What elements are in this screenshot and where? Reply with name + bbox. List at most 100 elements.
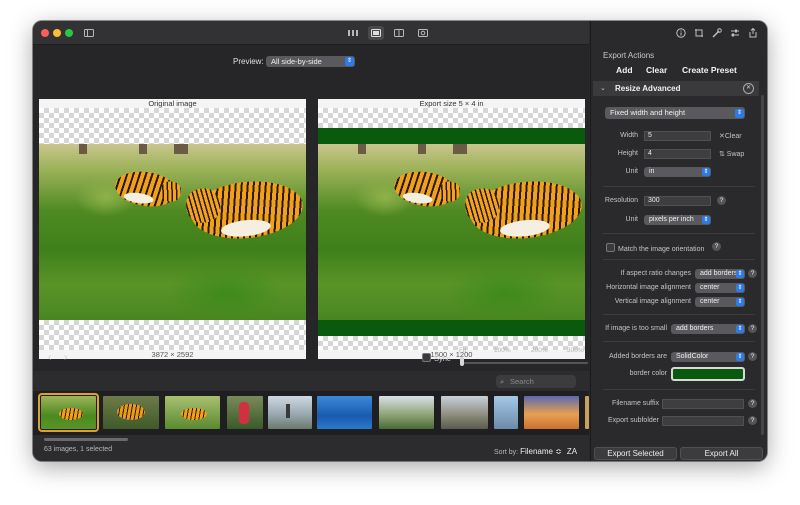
thumbnail-tower[interactable]	[494, 396, 518, 429]
sort-label: Sort by:	[494, 449, 519, 456]
sidebar-icon[interactable]	[81, 26, 97, 40]
adjust-icon[interactable]	[727, 26, 743, 40]
resolution-field[interactable]: 300	[644, 196, 711, 206]
thumbnail-sunset[interactable]	[524, 396, 579, 429]
sync-checkbox[interactable]: Sync	[422, 353, 451, 363]
thumbnail-scrollbar[interactable]	[44, 438, 128, 441]
clear-size-button[interactable]: ✕Clear	[719, 132, 742, 140]
checkbox-icon	[422, 353, 431, 362]
title-bar	[33, 21, 589, 45]
too-small-select[interactable]: add borders ⇕	[671, 324, 745, 334]
original-caption: Original image	[39, 99, 306, 108]
horizontal-alignment-select[interactable]: center ⇕	[695, 283, 745, 293]
aspect-ratio-select[interactable]: add borders ⇕	[695, 269, 745, 279]
sort-control[interactable]: Sort by: Filename ≎ ZA	[494, 447, 577, 456]
export-transparent-top	[318, 108, 585, 128]
zoom-slider-knob[interactable]	[460, 357, 464, 366]
thumbnail-partial[interactable]	[585, 396, 589, 429]
help-icon[interactable]: ?	[748, 399, 757, 408]
export-image-panel[interactable]: Export size 5 × 4 in 1500 × 1200	[318, 99, 585, 359]
horizontal-alignment-label: Horizontal image alignment	[606, 284, 691, 291]
too-small-value: add borders	[676, 325, 714, 332]
help-icon[interactable]: ?	[748, 352, 757, 361]
help-icon[interactable]: ?	[748, 416, 757, 425]
compare-view-icon[interactable]	[415, 26, 431, 40]
filename-suffix-field[interactable]	[662, 399, 744, 409]
resize-mode-select[interactable]: Fixed width and height ⇕	[605, 107, 745, 119]
preview-mode-select[interactable]: All side-by-side ⇕	[266, 56, 355, 67]
remove-action-icon[interactable]: ✕	[743, 83, 754, 94]
thumbnail-windmill[interactable]	[268, 396, 312, 429]
export-sidebar: Export Actions Add Clear Create Preset ⌄…	[590, 21, 767, 461]
transparent-area-bottom	[39, 320, 306, 350]
export-border-bottom	[318, 320, 585, 336]
clear-button[interactable]: Clear	[646, 65, 667, 75]
chevron-updown-icon: ⇕	[736, 298, 744, 306]
previous-button[interactable]: ‹	[48, 352, 51, 363]
sort-value[interactable]: Filename ≎	[520, 447, 562, 456]
share-icon[interactable]	[745, 26, 761, 40]
height-field[interactable]: 4	[644, 149, 711, 159]
help-icon[interactable]: ?	[748, 269, 757, 278]
vertical-alignment-select[interactable]: center ⇕	[695, 297, 745, 307]
help-icon[interactable]: ?	[748, 324, 757, 333]
minimize-window-button[interactable]	[53, 29, 61, 37]
swap-button[interactable]: ⇅ Swap	[719, 150, 744, 158]
export-selected-button[interactable]: Export Selected	[594, 447, 677, 460]
thumbnail-sea[interactable]	[317, 396, 372, 429]
sort-direction-icon[interactable]: ZA	[567, 447, 577, 456]
tools-icon[interactable]	[709, 26, 725, 40]
zoom-window-button[interactable]	[65, 29, 73, 37]
original-photo	[39, 144, 306, 320]
borders-value: SolidColor	[676, 353, 709, 360]
thumbnail-tiger-3[interactable]	[165, 396, 220, 429]
zoom-slider-track[interactable]	[462, 362, 588, 364]
thumbnail-tigers-selected[interactable]	[38, 393, 99, 432]
chevron-down-icon[interactable]: ⌄	[600, 84, 606, 92]
resolution-unit-value: pixels per inch	[649, 216, 694, 223]
resize-advanced-header[interactable]: ⌄ Resize Advanced ✕	[593, 81, 759, 96]
original-image-panel[interactable]: Original image 3872 × 2592	[39, 99, 306, 359]
info-icon[interactable]	[673, 26, 689, 40]
close-window-button[interactable]	[41, 29, 49, 37]
divider	[603, 389, 755, 390]
unit-select[interactable]: in ⇕	[644, 167, 711, 177]
divider	[603, 259, 755, 260]
thumbnail-child[interactable]	[227, 396, 263, 429]
split-view-icon[interactable]	[391, 26, 407, 40]
search-input[interactable]: ⌕ Search	[496, 375, 576, 388]
vertical-alignment-label: Vertical image alignment	[614, 298, 691, 305]
export-all-button[interactable]: Export All	[680, 447, 763, 460]
sidebar-scrollbar[interactable]	[761, 95, 764, 435]
transparent-area-top	[39, 108, 306, 144]
create-preset-button[interactable]: Create Preset	[682, 65, 737, 75]
preview-label: Preview:	[233, 57, 264, 66]
section-title: Resize Advanced	[615, 84, 681, 93]
tiger-left	[391, 167, 462, 211]
thumbnail-city[interactable]	[441, 396, 488, 429]
export-subfolder-label: Export subfolder	[608, 417, 659, 424]
borders-select[interactable]: SolidColor ⇕	[671, 352, 745, 362]
add-button[interactable]: Add	[616, 65, 633, 75]
grid-view-icon[interactable]	[345, 26, 361, 40]
resolution-unit-label: Unit	[625, 216, 638, 223]
tiger-right	[184, 176, 306, 244]
single-view-icon[interactable]	[368, 26, 384, 40]
zoom-300-label: 300%	[567, 347, 584, 354]
border-color-label: border color	[629, 370, 667, 377]
transform-icon[interactable]	[691, 26, 707, 40]
resolution-label: Resolution	[604, 197, 638, 204]
tiger-right	[463, 176, 585, 244]
checkbox-icon	[606, 243, 615, 252]
vertical-alignment-value: center	[700, 298, 720, 305]
match-orientation-checkbox[interactable]: Match the image orientation	[606, 243, 704, 253]
border-color-well[interactable]	[671, 367, 745, 381]
resolution-unit-select[interactable]: pixels per inch ⇕	[644, 215, 711, 225]
help-icon[interactable]: ?	[712, 242, 721, 251]
thumbnail-tiger-2[interactable]	[103, 396, 159, 429]
thumbnail-landscape[interactable]	[379, 396, 434, 429]
export-subfolder-field[interactable]	[662, 416, 744, 426]
width-field[interactable]: 5	[644, 131, 711, 141]
help-icon[interactable]: ?	[717, 196, 726, 205]
next-button[interactable]: ›	[64, 352, 67, 363]
